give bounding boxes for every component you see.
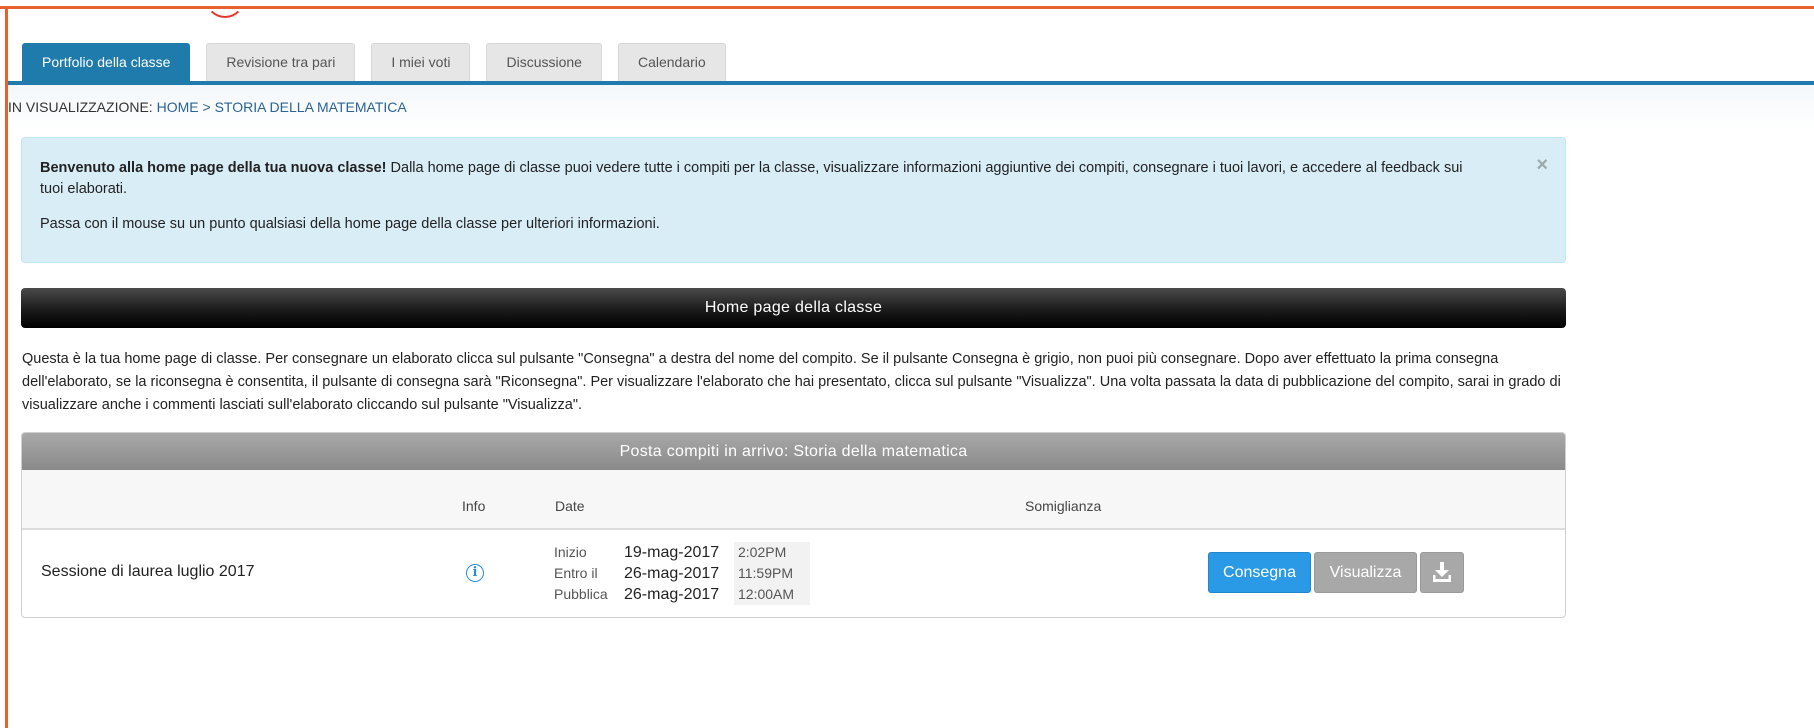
- tab-discussion[interactable]: Discussione: [486, 43, 602, 81]
- column-info: Info: [462, 498, 486, 514]
- welcome-hint: Passa con il mouse su un punto qualsiasi…: [40, 216, 660, 232]
- view-button[interactable]: Visualizza: [1314, 552, 1417, 593]
- tab-bar: Portfolio della classe Revisione tra par…: [22, 43, 742, 81]
- tab-peer-review[interactable]: Revisione tra pari: [206, 43, 356, 81]
- assignment-inbox: Posta compiti in arrivo: Storia della ma…: [21, 432, 1566, 618]
- tab-calendar[interactable]: Calendario: [617, 43, 726, 81]
- download-icon: [1433, 562, 1451, 582]
- tab-portfolio[interactable]: Portfolio della classe: [22, 43, 191, 81]
- breadcrumb-home-link[interactable]: HOME: [157, 99, 199, 115]
- info-circle-icon[interactable]: i: [466, 564, 484, 582]
- submit-button[interactable]: Consegna: [1208, 552, 1311, 593]
- download-button[interactable]: [1420, 552, 1464, 593]
- section-title-bar: Home page della classe: [21, 288, 1566, 328]
- time-value: 11:59PM: [734, 563, 810, 584]
- date-row-start: Inizio 19-mag-2017 2:02PM: [554, 542, 810, 563]
- column-similarity: Somiglianza: [1025, 498, 1102, 514]
- intro-text: Questa è la tua home page di classe. Per…: [22, 351, 1561, 413]
- window-frame-top: [0, 6, 1814, 9]
- time-value: 2:02PM: [734, 542, 810, 563]
- date-row-post: Pubblica 26-mag-2017 12:00AM: [554, 584, 810, 605]
- welcome-alert: Benvenuto alla home page della tua nuova…: [21, 137, 1566, 263]
- time-value: 12:00AM: [734, 584, 810, 605]
- section-title: Home page della classe: [704, 299, 883, 316]
- date-row-due: Entro il 26-mag-2017 11:59PM: [554, 563, 810, 584]
- assignment-row: Sessione di laurea luglio 2017 i Inizio 1…: [22, 530, 1565, 617]
- assignment-title: Sessione di laurea luglio 2017: [41, 563, 255, 580]
- date-label: Entro il: [554, 565, 598, 581]
- logo-fragment: [205, 0, 245, 18]
- inbox-column-headers: Info Date Somiglianza: [22, 470, 1565, 530]
- close-icon[interactable]: ×: [1536, 154, 1548, 177]
- date-value: 26-mag-2017: [624, 586, 720, 603]
- breadcrumb: IN VISUALIZZAZIONE: HOME > STORIA DELLA …: [8, 85, 1814, 130]
- welcome-message: Benvenuto alla home page della tua nuova…: [40, 158, 1470, 200]
- date-value: 19-mag-2017: [624, 544, 720, 561]
- date-label: Pubblica: [554, 586, 608, 602]
- inbox-title: Posta compiti in arrivo: Storia della ma…: [22, 433, 1565, 470]
- date-label: Inizio: [554, 544, 587, 560]
- column-date: Date: [555, 498, 585, 514]
- welcome-heading: Benvenuto alla home page della tua nuova…: [40, 160, 387, 176]
- tab-my-grades[interactable]: I miei voti: [371, 43, 471, 81]
- assignment-dates: Inizio 19-mag-2017 2:02PM Entro il 26-mag-2…: [554, 542, 810, 605]
- breadcrumb-prefix: IN VISUALIZZAZIONE:: [8, 99, 153, 115]
- date-value: 26-mag-2017: [624, 565, 720, 582]
- breadcrumb-current[interactable]: STORIA DELLA MATEMATICA: [215, 99, 407, 115]
- breadcrumb-separator: >: [202, 99, 211, 115]
